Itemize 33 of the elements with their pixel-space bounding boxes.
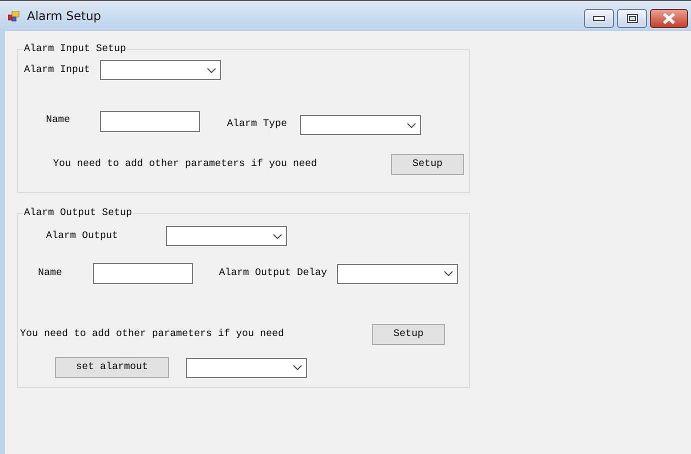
- close-icon: [662, 13, 676, 24]
- dropdown[interactable]: [300, 115, 421, 135]
- chevron-down-icon: [273, 234, 282, 238]
- text-field[interactable]: [93, 263, 193, 284]
- setup-button[interactable]: Setup: [372, 324, 445, 345]
- note-text: You need to add other parameters if you need: [53, 159, 318, 170]
- field-label: Alarm Output: [46, 230, 120, 242]
- chevron-down-icon: [444, 271, 453, 276]
- group-title: Alarm Output Setup: [23, 208, 134, 219]
- field-label: Alarm Output Delay: [219, 268, 328, 279]
- chevron-down-icon: [207, 68, 216, 72]
- close-button[interactable]: [650, 9, 688, 28]
- field-label: Alarm Input: [24, 64, 92, 76]
- window-title: Alarm Setup: [27, 9, 102, 23]
- field-label: Alarm Type: [227, 119, 288, 130]
- set-alarmout-button[interactable]: set alarmout: [55, 357, 169, 378]
- minimize-icon: [593, 16, 605, 21]
- group-title: Alarm Input Setup: [23, 44, 128, 55]
- minimize-button[interactable]: [584, 9, 614, 28]
- field-label: Name: [46, 115, 72, 126]
- chevron-down-icon: [407, 122, 416, 128]
- maximize-icon: [626, 14, 638, 23]
- dropdown[interactable]: [337, 264, 458, 284]
- dropdown[interactable]: [100, 60, 221, 80]
- maximize-button[interactable]: [617, 9, 647, 28]
- dropdown[interactable]: [166, 226, 287, 246]
- setup-button[interactable]: Setup: [391, 154, 464, 175]
- app-icon: [8, 10, 20, 22]
- dropdown[interactable]: [186, 358, 307, 378]
- text-field[interactable]: [100, 111, 200, 132]
- note-text: You need to add other parameters if you need: [20, 329, 286, 340]
- field-label: Name: [38, 268, 64, 279]
- chevron-down-icon: [293, 365, 302, 370]
